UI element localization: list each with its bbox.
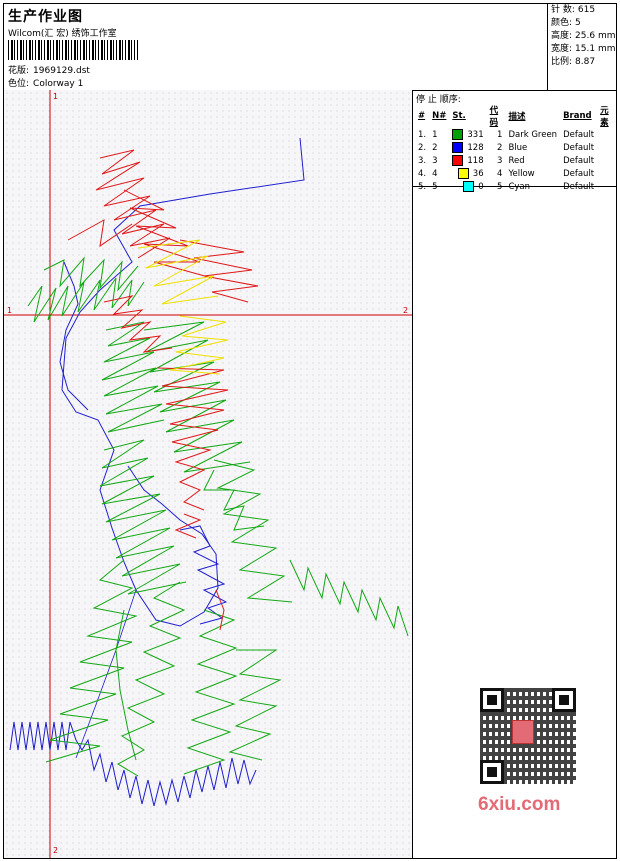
stitch-count: 331 — [467, 130, 484, 140]
page-title: 生产作业图 — [8, 9, 83, 25]
design-file-value: 1969129.dst — [33, 66, 90, 76]
axis-label-right: 2 — [403, 306, 409, 315]
axis-label-top: 1 — [53, 92, 59, 101]
row-brand: Default — [563, 142, 595, 153]
color-swatch — [452, 129, 464, 140]
row-code: 2 — [497, 142, 503, 153]
colorway-value: Colorway 1 — [33, 79, 84, 89]
watermark-brand: 6xiu.com — [478, 794, 561, 815]
row-description: Dark Green — [508, 129, 558, 140]
design-stats: 针 数: 615 颜色: 5 高度: 25.6 mm 宽度: 15.1 mm 比例: 8.… — [547, 4, 617, 90]
row-stitches: 128 — [449, 141, 486, 154]
row-needle: 1 — [432, 129, 438, 140]
row-description: Red — [508, 155, 525, 166]
row-description: Blue — [508, 142, 528, 153]
row-index: 2. — [418, 142, 427, 153]
green-stitch-body — [27, 256, 409, 777]
col-description: 描述 — [508, 112, 526, 122]
qr-finder-top-left — [480, 688, 504, 712]
row-needle: 4 — [432, 168, 438, 179]
col-code: 代码 — [489, 106, 499, 128]
col-needle: N# — [432, 111, 447, 121]
row-brand: Default — [563, 168, 595, 179]
row-needle: 2 — [432, 142, 438, 153]
blue-zigzag-foot-left — [9, 721, 257, 807]
col-stitches: St. — [452, 111, 466, 121]
row-element — [597, 154, 616, 167]
production-worksheet: 生产作业图 Wilcom(汇 宏) 绣饰工作室 花版: 1969129.dst 色… — [3, 3, 617, 859]
color-swatch — [463, 181, 475, 192]
row-code: 5 — [497, 181, 503, 192]
color-swatch — [452, 155, 464, 166]
stop-sequence-panel: 停 止 顺序: # N# St. 代码 描述 Brand 元素 1. 1 331 1 D… — [413, 90, 616, 192]
row-stitches: 36 — [449, 167, 486, 180]
design-file-label: 花版: — [8, 66, 30, 76]
axis-label-bottom: 2 — [53, 846, 59, 855]
stitch-drawing — [4, 90, 412, 858]
table-row: 1. 1 331 1 Dark Green Default — [415, 128, 616, 141]
row-code: 3 — [497, 155, 503, 166]
stop-sequence-table: # N# St. 代码 描述 Brand 元素 1. 1 331 1 Dark Gree… — [415, 104, 616, 193]
worksheet-header: 生产作业图 Wilcom(汇 宏) 绣饰工作室 花版: 1969129.dst 色… — [4, 4, 616, 91]
blue-zigzag-belly — [179, 525, 228, 625]
axis-label-left: 1 — [7, 306, 13, 315]
row-element — [597, 180, 616, 193]
company-name: Wilcom(汇 宏) 绣饰工作室 — [8, 29, 117, 39]
row-code: 1 — [497, 129, 503, 140]
row-stitches: 0 — [449, 180, 486, 193]
row-needle: 3 — [432, 155, 438, 166]
table-row: 2. 2 128 2 Blue Default — [415, 141, 616, 154]
row-description: Yellow — [508, 168, 535, 179]
row-index: 5. — [418, 181, 427, 192]
stat-colors: 颜色: 5 — [551, 18, 581, 28]
blue-stitch-jump — [75, 589, 137, 759]
qr-finder-bottom-left — [480, 760, 504, 784]
qr-seal-logo — [512, 720, 534, 744]
stitch-count: 36 — [472, 169, 484, 179]
row-index: 3. — [418, 155, 427, 166]
row-element — [597, 141, 616, 154]
row-needle: 5 — [432, 181, 438, 192]
stitch-count: 0 — [478, 182, 484, 192]
red-stitch-body — [67, 149, 259, 631]
row-index: 4. — [418, 168, 427, 179]
table-row: 3. 3 118 3 Red Default — [415, 154, 616, 167]
row-element — [597, 128, 616, 141]
row-code: 4 — [497, 168, 503, 179]
stitch-count: 118 — [467, 156, 484, 166]
col-brand: Brand — [563, 111, 592, 121]
embroidery-design-view: 1 2 1 2 — [4, 90, 413, 858]
colorway-row: 色位: Colorway 1 — [8, 76, 83, 89]
stat-scale: 比例: 8.87 — [551, 57, 596, 67]
stat-stitches: 针 数: 615 — [551, 5, 596, 15]
color-swatch — [457, 168, 469, 179]
row-brand: Default — [563, 129, 595, 140]
row-stitches: 118 — [449, 154, 486, 167]
stat-width: 宽度: 15.1 mm — [551, 44, 616, 54]
row-index: 1. — [418, 129, 427, 140]
row-element — [597, 167, 616, 180]
stat-height: 高度: 25.6 mm — [551, 31, 616, 41]
barcode — [8, 40, 138, 60]
qr-code-watermark — [472, 684, 586, 796]
table-row: 4. 4 36 4 Yellow Default — [415, 167, 616, 180]
row-brand: Default — [563, 155, 595, 166]
row-brand: Default — [563, 181, 595, 192]
design-file-row: 花版: 1969129.dst — [8, 63, 90, 76]
color-swatch — [452, 142, 464, 153]
col-index: # — [418, 111, 426, 121]
colorway-label: 色位: — [8, 79, 30, 89]
col-element: 元素 — [600, 106, 609, 128]
qr-finder-top-right — [552, 688, 576, 712]
table-row: 5. 5 0 5 Cyan Default — [415, 180, 616, 193]
table-header-row: # N# St. 代码 描述 Brand 元素 — [415, 104, 616, 128]
stitch-count: 128 — [467, 143, 484, 153]
row-description: Cyan — [508, 181, 531, 192]
row-stitches: 331 — [449, 128, 486, 141]
